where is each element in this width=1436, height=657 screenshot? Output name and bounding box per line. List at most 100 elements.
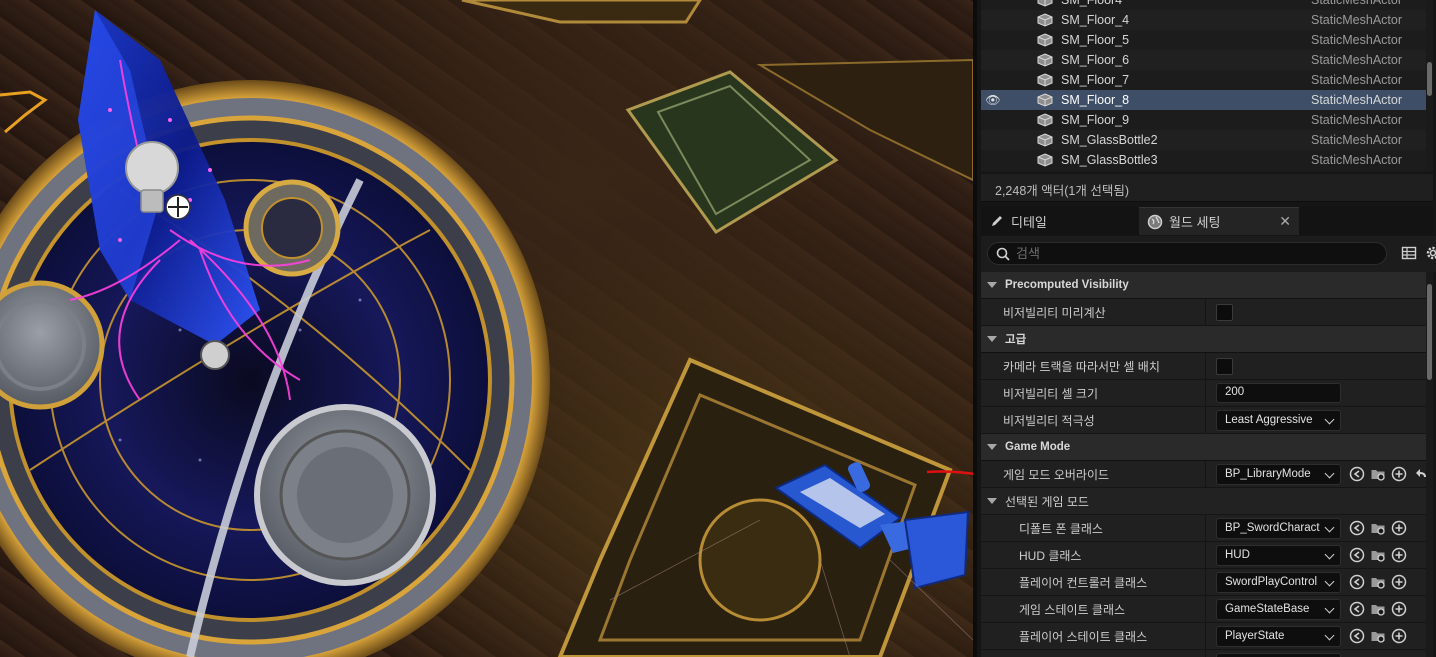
- outliner-item-type: StaticMeshActor: [1311, 153, 1403, 167]
- category-advanced[interactable]: 고급: [981, 326, 1433, 353]
- add-icon[interactable]: [1391, 601, 1407, 617]
- game-mode-override-dropdown[interactable]: BP_LibraryMode: [1216, 463, 1341, 485]
- add-icon[interactable]: [1391, 628, 1407, 644]
- prop-precompute-visibility: 비저빌리티 미리계산: [981, 299, 1433, 326]
- prop-label: 플레이어 스테이트 클래스: [981, 623, 1206, 649]
- category-game-mode[interactable]: Game Mode: [981, 434, 1433, 461]
- collapse-arrow-icon[interactable]: [987, 498, 997, 504]
- outliner-item-type: StaticMeshActor: [1311, 93, 1403, 107]
- gear-icon[interactable]: [1425, 245, 1436, 261]
- outliner-item-label: SM_Floor_7: [1061, 73, 1130, 87]
- add-icon[interactable]: [1391, 574, 1407, 590]
- game-state-dropdown[interactable]: GameStateBase: [1216, 598, 1341, 620]
- camera-track-checkbox[interactable]: [1216, 357, 1233, 375]
- outliner-item-type: StaticMeshActor: [1311, 133, 1403, 147]
- pencil-icon: [992, 216, 1002, 226]
- static-mesh-icon: [1037, 0, 1053, 7]
- outliner-item-label: SM_Floor_8: [1061, 93, 1130, 107]
- use-selected-icon[interactable]: [1349, 547, 1365, 563]
- globe-icon: [1147, 214, 1163, 229]
- details-panel: Precomputed Visibility 비저빌리티 미리계산 고급 카메라…: [981, 272, 1433, 657]
- details-toolbar: [981, 236, 1436, 272]
- outliner-item-label: SM_Floor4: [1061, 0, 1123, 7]
- static-mesh-icon: [1037, 93, 1053, 107]
- use-selected-icon[interactable]: [1349, 574, 1365, 590]
- static-mesh-icon: [1037, 153, 1053, 167]
- collapse-arrow-icon[interactable]: [987, 336, 997, 342]
- outliner-item-label: SM_GlassBottle2: [1061, 133, 1158, 147]
- use-selected-icon[interactable]: [1349, 466, 1365, 482]
- prop-game-state-class: 게임 스테이트 클래스 GameStateBase: [981, 596, 1433, 623]
- static-mesh-icon: [1037, 73, 1053, 87]
- browse-folder-icon[interactable]: [1370, 601, 1386, 617]
- close-icon[interactable]: ✕: [1279, 213, 1291, 230]
- static-mesh-icon: [1037, 53, 1053, 67]
- outliner-item-type: StaticMeshActor: [1311, 13, 1403, 27]
- prop-label: 게임 모드 오버라이드: [981, 461, 1206, 487]
- partial-dropdown[interactable]: [1216, 652, 1341, 657]
- world-outliner: SM_Floor4 StaticMeshActor SM_Floor_4 Static…: [981, 0, 1433, 172]
- category-precomputed-visibility[interactable]: Precomputed Visibility: [981, 272, 1433, 299]
- add-icon[interactable]: [1391, 547, 1407, 563]
- static-mesh-icon: [1037, 133, 1053, 147]
- outliner-row[interactable]: SM_Floor_7 StaticMeshActor: [981, 70, 1433, 90]
- level-viewport[interactable]: [0, 0, 973, 657]
- collapse-arrow-icon[interactable]: [987, 282, 997, 288]
- outliner-scrollbar[interactable]: [1426, 0, 1433, 172]
- table-view-icon[interactable]: [1401, 245, 1417, 261]
- chevron-down-icon: [1324, 522, 1335, 532]
- chevron-down-icon: [1324, 414, 1335, 424]
- browse-folder-icon[interactable]: [1370, 628, 1386, 644]
- outliner-row[interactable]: SM_Floor_4 StaticMeshActor: [981, 10, 1433, 30]
- browse-folder-icon[interactable]: [1370, 466, 1386, 482]
- cell-size-input[interactable]: 200: [1216, 383, 1341, 403]
- browse-folder-icon[interactable]: [1370, 520, 1386, 536]
- add-icon[interactable]: [1391, 520, 1407, 536]
- details-scrollbar[interactable]: [1426, 272, 1433, 657]
- hud-dropdown[interactable]: HUD: [1216, 544, 1341, 566]
- outliner-row[interactable]: SM_Floor4 StaticMeshActor: [981, 0, 1433, 10]
- search-input[interactable]: [1016, 246, 1356, 261]
- prop-label: 비저빌리티 적극성: [981, 407, 1206, 433]
- aggressiveness-dropdown[interactable]: Least Aggressive: [1216, 409, 1341, 431]
- prop-player-controller-class: 플레이어 컨트롤러 클래스 SwordPlayControl: [981, 569, 1433, 596]
- tab-world-settings[interactable]: 월드 세팅 ✕: [1139, 207, 1299, 235]
- outliner-row[interactable]: SM_GlassBottle3 StaticMeshActor: [981, 150, 1433, 170]
- tab-details[interactable]: 디테일: [981, 207, 1139, 235]
- scene-render: [0, 0, 973, 657]
- prop-label: 비저빌리티 미리계산: [981, 299, 1206, 325]
- prop-player-state-class: 플레이어 스테이트 클래스 PlayerState: [981, 623, 1433, 650]
- use-selected-icon[interactable]: [1349, 601, 1365, 617]
- outliner-row[interactable]: SM_GlassBottle2 StaticMeshActor: [981, 130, 1433, 150]
- dropdown-value: BP_SwordCharact: [1225, 522, 1320, 534]
- browse-folder-icon[interactable]: [1370, 574, 1386, 590]
- outliner-row[interactable]: 👁 SM_Floor_8 StaticMeshActor: [981, 90, 1433, 110]
- search-icon: [996, 247, 1010, 261]
- outliner-item-label: SM_GlassBottle3: [1061, 153, 1158, 167]
- prop-label: 디폴트 폰 클래스: [981, 515, 1206, 541]
- prop-aggressiveness: 비저빌리티 적극성 Least Aggressive: [981, 407, 1433, 434]
- default-pawn-dropdown[interactable]: BP_SwordCharact: [1216, 517, 1341, 539]
- outliner-item-type: StaticMeshActor: [1311, 33, 1403, 47]
- player-state-dropdown[interactable]: PlayerState: [1216, 625, 1341, 647]
- collapse-arrow-icon[interactable]: [987, 444, 997, 450]
- dropdown-value: GameStateBase: [1225, 603, 1310, 615]
- outliner-row[interactable]: SM_Floor_9 StaticMeshActor: [981, 110, 1433, 130]
- prop-camera-track: 카메라 트랙을 따라서만 셀 배치: [981, 353, 1433, 380]
- search-box[interactable]: [987, 242, 1387, 265]
- subcategory-selected-game-mode[interactable]: 선택된 게임 모드: [981, 488, 1433, 515]
- outliner-row[interactable]: SM_Floor_6 StaticMeshActor: [981, 50, 1433, 70]
- outliner-row[interactable]: SM_Floor_5 StaticMeshActor: [981, 30, 1433, 50]
- browse-folder-icon[interactable]: [1370, 547, 1386, 563]
- eye-icon[interactable]: 👁: [981, 93, 1005, 107]
- use-selected-icon[interactable]: [1349, 520, 1365, 536]
- dropdown-value: SwordPlayControl: [1225, 576, 1318, 588]
- player-controller-dropdown[interactable]: SwordPlayControl: [1216, 571, 1341, 593]
- add-icon[interactable]: [1391, 466, 1407, 482]
- precompute-visibility-checkbox[interactable]: [1216, 303, 1233, 321]
- outliner-item-label: SM_Floor_6: [1061, 53, 1130, 67]
- dropdown-value: HUD: [1225, 549, 1250, 561]
- use-selected-icon[interactable]: [1349, 628, 1365, 644]
- dropdown-value: BP_LibraryMode: [1225, 468, 1311, 480]
- chevron-down-icon: [1324, 549, 1335, 559]
